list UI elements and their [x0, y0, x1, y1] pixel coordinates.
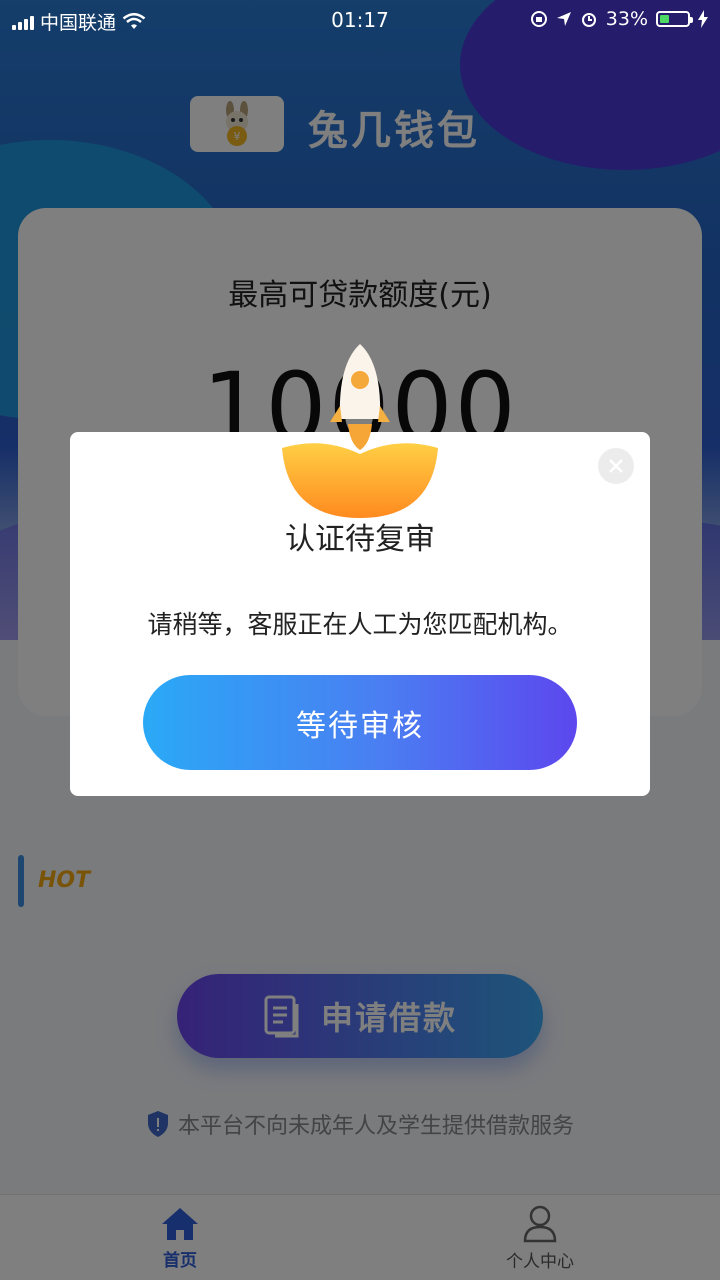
rotation-lock-icon	[530, 11, 547, 27]
status-right: 33%	[530, 8, 708, 30]
dialog-title: 认证待复审	[285, 522, 435, 557]
charging-icon	[698, 10, 708, 28]
dialog-message: 请稍等，客服正在人工为您匹配机构。	[147, 610, 573, 639]
alarm-icon	[581, 13, 596, 27]
wait-review-button[interactable]: 等待审核	[143, 675, 577, 770]
close-icon	[609, 459, 623, 473]
location-icon	[556, 12, 571, 26]
rocket-icon	[282, 344, 438, 518]
battery-icon	[656, 11, 693, 27]
battery-percent: 33%	[605, 8, 648, 30]
close-button[interactable]	[598, 448, 634, 484]
status-bar: 中国联通 01:17 33%	[0, 0, 720, 38]
